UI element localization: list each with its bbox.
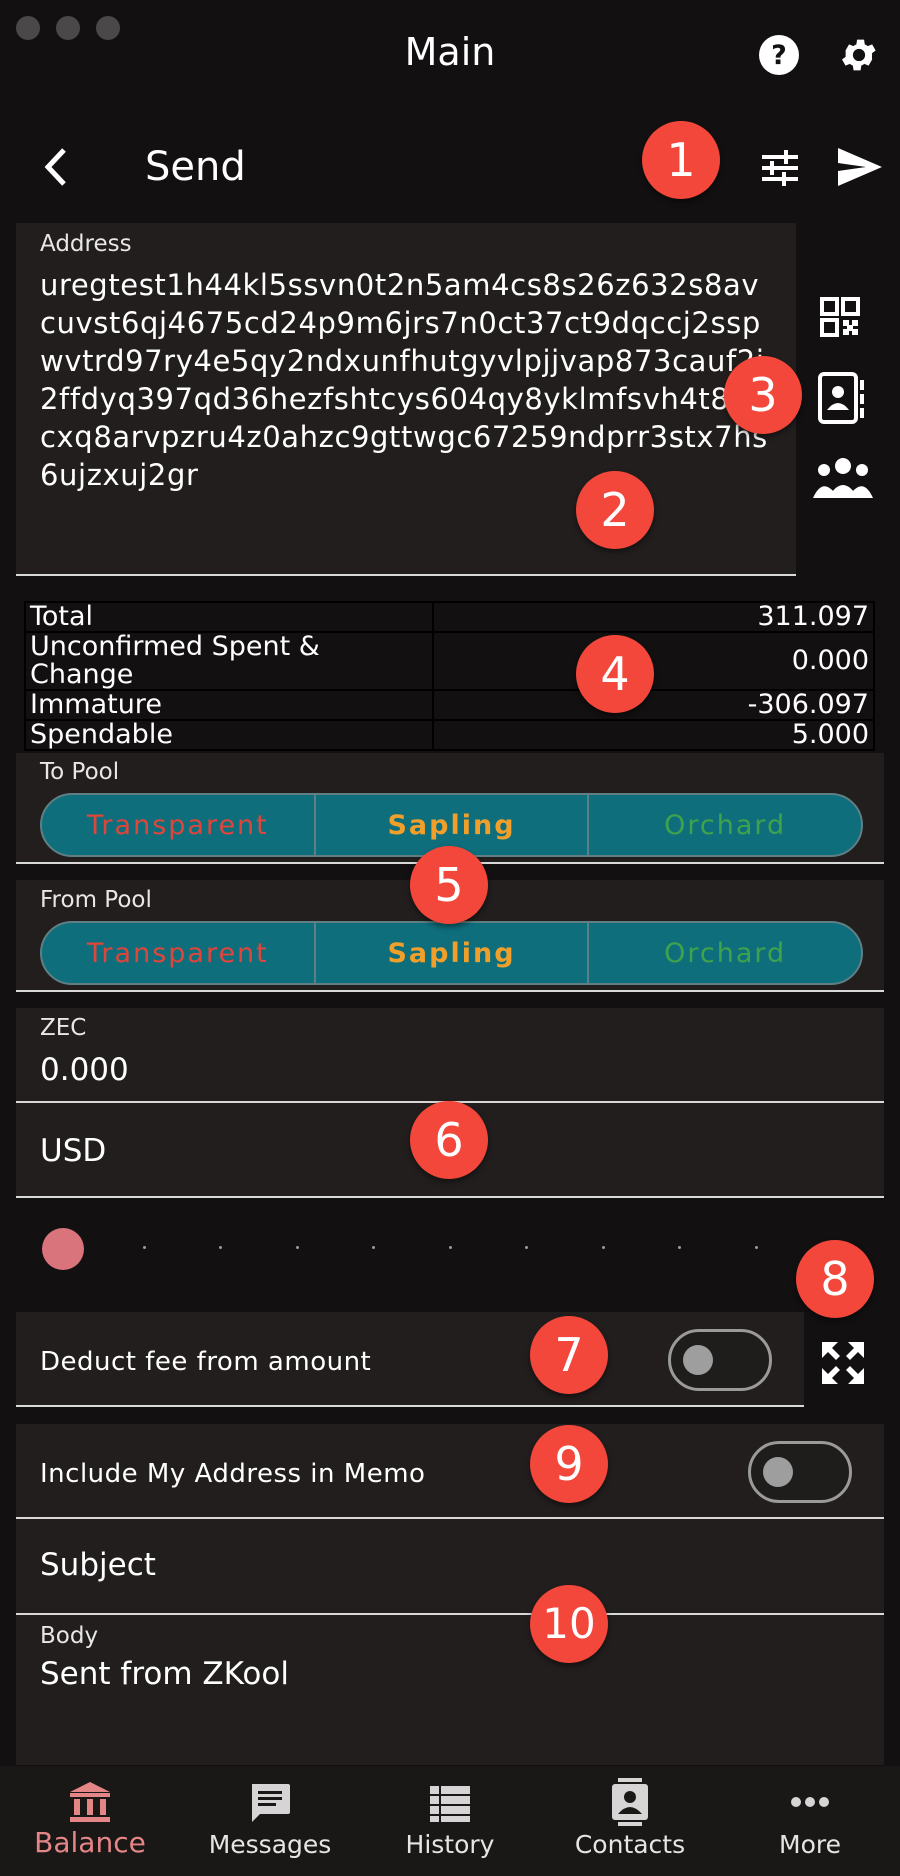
callout-badge: 8 [796, 1240, 874, 1318]
nav-history[interactable]: History [360, 1766, 540, 1876]
table-row: Immature -306.097 [24, 689, 875, 721]
usd-underline [16, 1196, 884, 1198]
list-icon [430, 1786, 470, 1822]
slider-tick [219, 1246, 222, 1249]
settings-gear-icon[interactable] [838, 34, 880, 76]
deduct-fee-underline [16, 1405, 804, 1407]
nav-more-label: More [779, 1830, 841, 1859]
body-label: Body [40, 1623, 99, 1649]
toggle-knob [683, 1345, 713, 1375]
nav-messages[interactable]: Messages [180, 1766, 360, 1876]
slider-tick [143, 1246, 146, 1249]
slider-tick [755, 1246, 758, 1249]
contact-card-icon [612, 1778, 648, 1826]
nav-balance[interactable]: Balance [0, 1766, 180, 1876]
to-pool-transparent-option[interactable]: Transparent [42, 795, 314, 855]
address-underline [16, 574, 796, 576]
balance-value: 0.000 [432, 631, 875, 691]
callout-badge: 7 [530, 1316, 608, 1394]
slider-tick [525, 1246, 528, 1249]
balance-table: Total 311.097 Unconfirmed Spent & Change 0… [24, 601, 875, 751]
from-pool-transparent-option[interactable]: Transparent [42, 923, 314, 983]
usd-amount-input[interactable]: USD [40, 1133, 106, 1169]
amount-slider-thumb[interactable] [42, 1228, 84, 1270]
callout-badge: 2 [576, 471, 654, 549]
contact-book-icon[interactable] [818, 372, 866, 424]
back-arrow-icon[interactable] [40, 146, 72, 188]
address-value[interactable]: uregtest1h44kl5ssvn0t2n5am4cs8s26z632s8a… [40, 266, 770, 494]
bank-icon [70, 1782, 110, 1822]
expand-arrows-icon[interactable] [820, 1340, 866, 1386]
nav-more[interactable]: More [720, 1766, 900, 1876]
balance-value: 5.000 [432, 719, 875, 751]
callout-badge: 9 [530, 1425, 608, 1503]
to-pool-orchard-option[interactable]: Orchard [587, 795, 861, 855]
nav-balance-label: Balance [34, 1826, 146, 1859]
from-pool-orchard-option[interactable]: Orchard [587, 923, 861, 983]
nav-messages-label: Messages [208, 1830, 332, 1859]
slider-tick [372, 1246, 375, 1249]
callout-badge: 1 [642, 121, 720, 199]
slider-tick [602, 1246, 605, 1249]
deduct-fee-label: Deduct fee from amount [40, 1347, 372, 1377]
svg-text:?: ? [771, 40, 787, 71]
from-pool-sapling-option[interactable]: Sapling [313, 923, 588, 983]
send-paper-plane-icon[interactable] [836, 146, 884, 188]
balance-label: Total [24, 601, 434, 633]
slider-tick [296, 1246, 299, 1249]
message-icon [252, 1784, 290, 1822]
slider-tick [449, 1246, 452, 1249]
nav-history-label: History [405, 1830, 495, 1859]
include-address-label: Include My Address in Memo [40, 1459, 426, 1489]
table-row: Total 311.097 [24, 601, 875, 633]
slider-tick [678, 1246, 681, 1249]
from-pool-label: From Pool [40, 887, 152, 913]
qr-code-icon[interactable] [820, 297, 860, 337]
table-row: Unconfirmed Spent & Change 0.000 [24, 631, 875, 691]
address-label: Address [40, 231, 132, 257]
balance-value: -306.097 [432, 689, 875, 721]
tune-sliders-icon[interactable] [760, 148, 800, 188]
zec-amount-field[interactable] [16, 1008, 884, 1102]
zec-amount-input[interactable]: 0.000 [40, 1052, 129, 1088]
nav-contacts-label: Contacts [574, 1830, 686, 1859]
zec-label: ZEC [40, 1015, 87, 1041]
balance-label: Immature [24, 689, 434, 721]
callout-badge: 5 [410, 846, 488, 924]
subject-input[interactable]: Subject [40, 1547, 156, 1583]
to-pool-label: To Pool [40, 759, 120, 785]
deduct-fee-toggle[interactable] [668, 1329, 772, 1391]
include-address-toggle[interactable] [748, 1441, 852, 1503]
balance-label: Spendable [24, 719, 434, 751]
page-title: Send [145, 144, 246, 190]
balance-value: 311.097 [432, 601, 875, 633]
callout-badge: 4 [576, 635, 654, 713]
callout-badge: 3 [724, 356, 802, 434]
toggle-knob [763, 1457, 793, 1487]
help-icon[interactable]: ? [758, 34, 800, 76]
bottom-navigation: Balance Messages History Contacts More [0, 1766, 900, 1876]
from-pool-segmented-control: Transparent Sapling Orchard [40, 921, 863, 985]
body-input[interactable]: Sent from ZKool [40, 1656, 289, 1692]
more-dots-icon [791, 1797, 829, 1807]
nav-contacts[interactable]: Contacts [540, 1766, 720, 1876]
balance-label: Unconfirmed Spent & Change [24, 631, 434, 691]
callout-badge: 6 [410, 1101, 488, 1179]
callout-badge: 10 [530, 1585, 608, 1663]
table-row: Spendable 5.000 [24, 719, 875, 751]
group-people-icon[interactable] [812, 454, 874, 502]
from-pool-underline [16, 990, 884, 992]
